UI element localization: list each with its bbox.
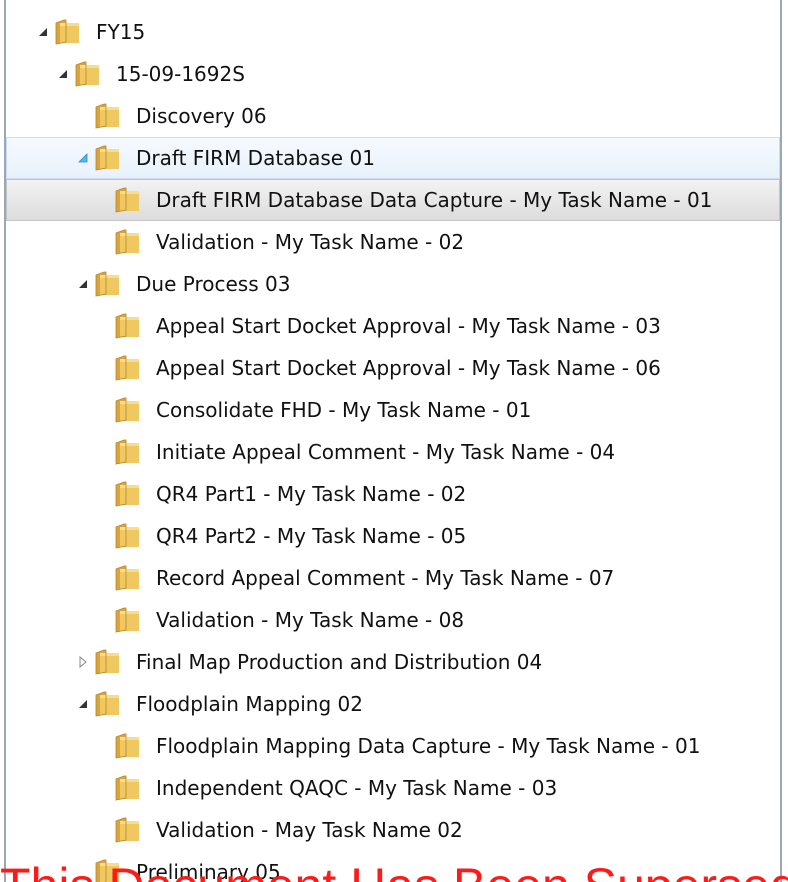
expanded-arrow-icon[interactable] [36,25,50,39]
tree-node[interactable]: Validation - My Task Name - 02 [6,221,780,263]
tree-node-label: Appeal Start Docket Approval - My Task N… [156,356,661,380]
tree-node[interactable]: Draft FIRM Database Data Capture - My Ta… [6,179,780,221]
tree-node-label: Record Appeal Comment - My Task Name - 0… [156,566,615,590]
collapsed-arrow-icon[interactable] [76,655,90,669]
folder-icon [114,187,142,213]
folder-icon [114,439,142,465]
tree-node[interactable]: 15-09-1692S [6,53,780,95]
tree-node-label: Floodplain Mapping 02 [136,692,363,716]
expanded-arrow-icon[interactable] [56,67,70,81]
tree-node[interactable]: Due Process 03 [6,263,780,305]
tree-node[interactable]: QR4 Part2 - My Task Name - 05 [6,515,780,557]
folder-tree-view: FY15 15-09-1692S Discovery 06 Draft FIRM Da… [0,0,788,882]
folder-icon [94,103,122,129]
tree-node[interactable]: Discovery 06 [6,95,780,137]
tree-node[interactable]: Validation - My Task Name - 08 [6,599,780,641]
tree-node-label: FY15 [96,20,146,44]
tree-node-label: Independent QAQC - My Task Name - 03 [156,776,558,800]
tree-node-label: Validation - May Task Name 02 [156,818,463,842]
folder-icon [114,313,142,339]
tree-node-label: Initiate Appeal Comment - My Task Name -… [156,440,616,464]
tree-node[interactable]: Record Appeal Comment - My Task Name - 0… [6,557,780,599]
folder-icon [114,397,142,423]
folder-icon [114,775,142,801]
tree-node-label: Due Process 03 [136,272,291,296]
tree-node-label: 15-09-1692S [116,62,245,86]
folder-icon [114,733,142,759]
tree-node-label: Draft FIRM Database 01 [136,146,375,170]
folder-icon [94,649,122,675]
tree-node[interactable]: Final Map Production and Distribution 04 [6,641,780,683]
tree-node-label: Discovery 06 [136,104,267,128]
tree-node-label: QR4 Part2 - My Task Name - 05 [156,524,467,548]
tree-node[interactable]: Appeal Start Docket Approval - My Task N… [6,347,780,389]
tree-node[interactable]: FY15 [6,11,780,53]
folder-icon [114,523,142,549]
tree-node[interactable]: Appeal Start Docket Approval - My Task N… [6,305,780,347]
folder-icon [114,817,142,843]
tree-node-label: Floodplain Mapping Data Capture - My Tas… [156,734,701,758]
folder-icon [114,229,142,255]
tree-right-border [780,0,782,882]
tree-node-label: Final Map Production and Distribution 04 [136,650,543,674]
tree-node-label: Appeal Start Docket Approval - My Task N… [156,314,661,338]
tree-node-label: Validation - My Task Name - 02 [156,230,465,254]
expanded-arrow-icon[interactable] [76,151,90,165]
folder-icon [114,607,142,633]
tree-node[interactable]: Floodplain Mapping 02 [6,683,780,725]
tree-node-label: QR4 Part1 - My Task Name - 02 [156,482,467,506]
folder-icon [54,19,82,45]
folder-icon [114,481,142,507]
tree-node[interactable]: Validation - May Task Name 02 [6,809,780,851]
folder-icon [94,145,122,171]
folder-icon [74,61,102,87]
folder-icon [94,691,122,717]
tree-node[interactable]: Independent QAQC - My Task Name - 03 [6,767,780,809]
expanded-arrow-icon[interactable] [76,277,90,291]
tree-node-label: Draft FIRM Database Data Capture - My Ta… [156,188,713,212]
tree-node-label: Consolidate FHD - My Task Name - 01 [156,398,532,422]
expanded-arrow-icon[interactable] [76,697,90,711]
folder-icon [114,355,142,381]
tree-node-label: Validation - My Task Name - 08 [156,608,465,632]
folder-icon [114,565,142,591]
superseded-watermark: This Document Has Been Superseded [0,858,788,882]
tree-node[interactable]: Draft FIRM Database 01 [6,137,780,179]
tree-node[interactable]: Initiate Appeal Comment - My Task Name -… [6,431,780,473]
folder-icon [94,271,122,297]
tree-node[interactable]: Consolidate FHD - My Task Name - 01 [6,389,780,431]
tree-node[interactable]: QR4 Part1 - My Task Name - 02 [6,473,780,515]
tree-node[interactable]: Floodplain Mapping Data Capture - My Tas… [6,725,780,767]
